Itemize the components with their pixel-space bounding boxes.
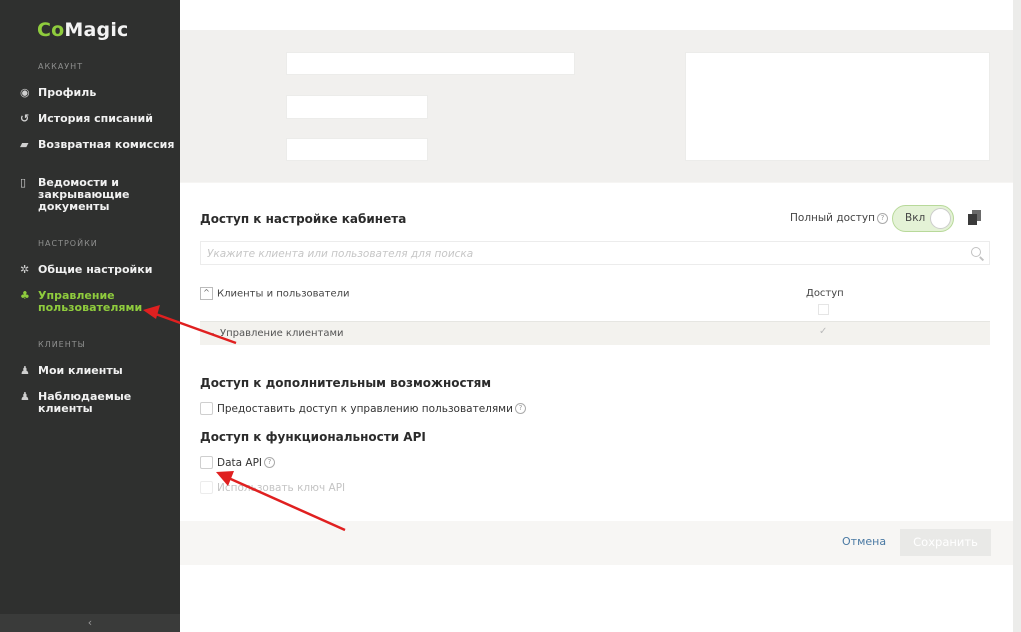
column-header-clients: ^ Клиенты и пользователи bbox=[200, 287, 350, 300]
full-access-toggle[interactable]: Вкл bbox=[892, 205, 954, 232]
section-clients: Клиенты bbox=[38, 340, 86, 349]
search-icon bbox=[971, 247, 981, 257]
document-icon: ▯ bbox=[20, 176, 27, 189]
help-icon[interactable]: ? bbox=[514, 403, 526, 414]
sidebar-item-profile[interactable]: ◉ Профиль bbox=[20, 87, 175, 99]
section-settings: Настройки bbox=[38, 239, 98, 248]
top-panel bbox=[180, 0, 1013, 30]
check-icon[interactable]: ✓ bbox=[819, 326, 827, 337]
collapse-toggle-icon[interactable]: ^ bbox=[200, 287, 213, 300]
footer-bar bbox=[180, 521, 1013, 565]
sidebar-item-label: История списаний bbox=[38, 112, 153, 125]
sidebar-item-label: Ведомости и закрывающие документы bbox=[38, 176, 130, 213]
row-label: Управление клиентами bbox=[210, 328, 344, 339]
column-header-access: Доступ bbox=[806, 288, 844, 299]
sidebar-item-history[interactable]: ↺ История списаний bbox=[20, 113, 175, 125]
bottom-panel bbox=[180, 565, 1013, 632]
sidebar-item-watched-clients[interactable]: ♟ Наблюдаемые клиенты bbox=[20, 391, 175, 415]
data-api-option[interactable]: Data API? bbox=[200, 456, 276, 469]
sidebar-item-user-management[interactable]: ♣ Управление пользователями bbox=[20, 290, 175, 314]
data-api-checkbox[interactable] bbox=[200, 456, 213, 469]
users-icon: ♣ bbox=[20, 289, 30, 302]
sidebar-item-documents[interactable]: ▯ Ведомости и закрывающие документы bbox=[20, 177, 175, 213]
toggle-knob bbox=[930, 208, 951, 229]
use-api-key-checkbox bbox=[200, 481, 213, 494]
profile-icon: ◉ bbox=[20, 86, 30, 99]
full-access-label: Полный доступ? bbox=[790, 212, 888, 224]
chevron-left-icon: ‹ bbox=[87, 616, 93, 629]
commission-icon: ▰ bbox=[20, 138, 29, 151]
sidebar-item-label: Профиль bbox=[38, 86, 97, 99]
sidebar-item-label: Управление пользователями bbox=[38, 289, 143, 314]
sidebar-item-my-clients[interactable]: ♟ Мои клиенты bbox=[20, 365, 175, 377]
help-icon[interactable]: ? bbox=[877, 212, 888, 224]
copy-icon[interactable] bbox=[968, 210, 982, 226]
help-icon[interactable]: ? bbox=[264, 457, 276, 468]
save-button[interactable]: Сохранить bbox=[900, 529, 991, 556]
cabinet-access-title: Доступ к настройке кабинета bbox=[200, 212, 407, 226]
form-field[interactable] bbox=[286, 52, 575, 75]
clients-icon: ♟ bbox=[20, 364, 30, 377]
form-field[interactable] bbox=[286, 138, 428, 161]
client-form-area bbox=[180, 30, 1013, 182]
section-account: Аккаунт bbox=[38, 62, 84, 71]
sidebar-item-label: Возвратная комиссия bbox=[38, 138, 175, 151]
main-content: Доступ к настройке кабинета Полный досту… bbox=[180, 0, 1013, 632]
sidebar: CoMagic Аккаунт ◉ Профиль ↺ История спис… bbox=[0, 0, 180, 632]
cancel-button[interactable]: Отмена bbox=[842, 535, 886, 548]
select-all-checkbox[interactable] bbox=[818, 304, 829, 315]
gear-icon: ✲ bbox=[20, 263, 30, 276]
access-panel bbox=[180, 183, 1013, 521]
table-row[interactable]: Управление клиентами ✓ bbox=[200, 321, 990, 345]
sidebar-item-general-settings[interactable]: ✲ Общие настройки bbox=[20, 264, 175, 276]
search-box bbox=[200, 241, 990, 265]
form-field[interactable] bbox=[286, 95, 428, 119]
use-api-key-option: Использовать ключ API bbox=[200, 481, 345, 494]
history-icon: ↺ bbox=[20, 112, 30, 125]
form-textarea[interactable] bbox=[685, 52, 990, 161]
api-access-title: Доступ к функциональности API bbox=[200, 430, 426, 444]
search-input[interactable] bbox=[201, 243, 953, 265]
user-management-access-option[interactable]: Предоставить доступ к управлению пользов… bbox=[200, 402, 526, 415]
sidebar-item-label: Наблюдаемые клиенты bbox=[38, 390, 132, 415]
sidebar-item-label: Мои клиенты bbox=[38, 364, 123, 377]
extra-access-title: Доступ к дополнительным возможностям bbox=[200, 376, 492, 390]
sidebar-collapse-button[interactable]: ‹ bbox=[0, 614, 180, 632]
sidebar-item-commission[interactable]: ▰ Возвратная комиссия bbox=[20, 139, 175, 151]
user-management-access-checkbox[interactable] bbox=[200, 402, 213, 415]
sidebar-item-label: Общие настройки bbox=[38, 263, 153, 276]
logo[interactable]: CoMagic bbox=[37, 19, 129, 41]
scrollbar-area bbox=[1013, 0, 1021, 632]
watched-clients-icon: ♟ bbox=[20, 390, 30, 403]
